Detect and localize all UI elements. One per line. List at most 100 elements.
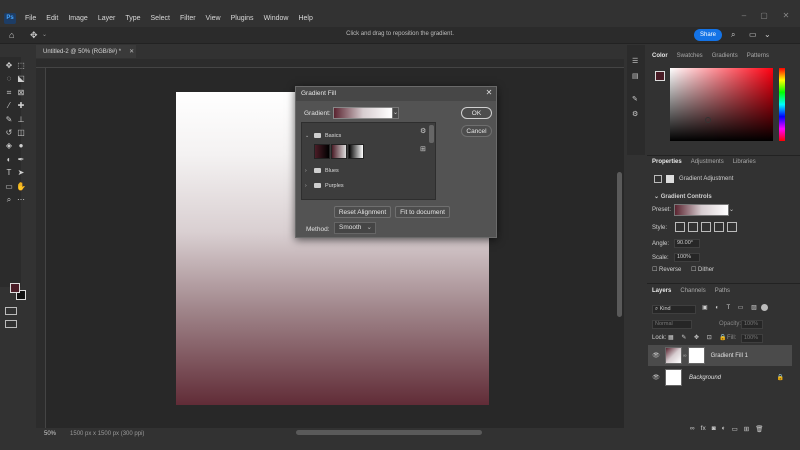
menu-type[interactable]: Type bbox=[120, 15, 145, 22]
tab-gradients[interactable]: Gradients bbox=[712, 53, 738, 59]
hue-slider[interactable] bbox=[779, 68, 785, 141]
move-icon[interactable]: ✥ bbox=[4, 61, 14, 71]
pen-icon[interactable]: ✒ bbox=[16, 155, 26, 165]
lock-icon[interactable]: 🔒 bbox=[777, 374, 784, 381]
fx-icon[interactable]: fx bbox=[701, 425, 706, 433]
gradient-swatch-black-white[interactable] bbox=[348, 144, 364, 159]
tab-adjustments[interactable]: Adjustments bbox=[691, 159, 724, 165]
expand-chevron-icon[interactable]: ⌄ bbox=[305, 133, 310, 139]
preset-dropdown-icon[interactable]: ⌄ bbox=[729, 206, 734, 213]
link-layers-icon[interactable]: ∞ bbox=[690, 425, 695, 433]
adjustment-layer-add-icon[interactable]: ◐ bbox=[722, 425, 726, 433]
zoom-icon[interactable]: ⌕ bbox=[4, 195, 14, 205]
workspace-icon[interactable]: ▭ bbox=[749, 30, 757, 39]
close-icon[interactable]: ✕ bbox=[776, 11, 796, 20]
collapse-chevron-icon[interactable]: › bbox=[305, 183, 310, 189]
foreground-color-swatch[interactable] bbox=[10, 283, 20, 293]
gradient-layer-thumbnail[interactable] bbox=[665, 347, 682, 364]
color-picker-cursor[interactable] bbox=[705, 117, 711, 123]
folder-blues[interactable]: › Blues bbox=[302, 165, 435, 176]
menu-file[interactable]: File bbox=[20, 15, 41, 22]
workspace-chevron-icon[interactable]: ⌄ bbox=[764, 30, 771, 39]
dialog-close-icon[interactable]: ✕ bbox=[484, 88, 494, 100]
cancel-button[interactable]: Cancel bbox=[461, 125, 492, 137]
mask-icon[interactable] bbox=[666, 175, 674, 183]
document-tab[interactable]: Untitled-2 @ 50% (RGB/8#) * ✕ bbox=[36, 45, 136, 58]
background-layer-thumbnail[interactable] bbox=[665, 369, 682, 386]
layer-row-background[interactable]: 👁 Background 🔒 bbox=[648, 367, 792, 388]
more-tools-icon[interactable]: ⋯ bbox=[16, 195, 26, 205]
history-icon[interactable]: ☰ bbox=[632, 57, 638, 65]
diamond-style-icon[interactable] bbox=[727, 222, 737, 232]
healing-icon[interactable]: ✚ bbox=[16, 101, 26, 111]
layer-filter-field[interactable]: ⌕ Kind bbox=[652, 305, 696, 314]
layer-name[interactable]: Background bbox=[689, 375, 721, 381]
blend-mode-select[interactable]: Normal bbox=[652, 320, 692, 329]
tab-properties[interactable]: Properties bbox=[652, 159, 682, 165]
menu-image[interactable]: Image bbox=[63, 15, 92, 22]
method-select[interactable]: Smooth ⌄ bbox=[334, 222, 376, 234]
tab-libraries[interactable]: Libraries bbox=[733, 159, 756, 165]
menu-select[interactable]: Select bbox=[146, 15, 175, 22]
reset-alignment-button[interactable]: Reset Alignment bbox=[334, 206, 391, 218]
add-mask-icon[interactable]: ◙ bbox=[712, 425, 716, 433]
path-select-icon[interactable]: ➤ bbox=[16, 168, 26, 178]
layer-filter-icons[interactable]: ▣ ◐ T ▭ ▨ bbox=[702, 304, 760, 311]
menu-layer[interactable]: Layer bbox=[93, 15, 121, 22]
tab-paths[interactable]: Paths bbox=[715, 288, 730, 294]
preset-gradient-preview[interactable] bbox=[674, 204, 729, 216]
search-icon[interactable]: ⌕ bbox=[731, 30, 735, 40]
maximize-icon[interactable]: ▢ bbox=[754, 11, 774, 20]
history-brush-icon[interactable]: ↺ bbox=[4, 128, 14, 138]
frame-icon[interactable]: ⊠ bbox=[16, 88, 26, 98]
visibility-eye-icon[interactable]: 👁 bbox=[651, 374, 661, 381]
tab-layers[interactable]: Layers bbox=[652, 288, 671, 294]
object-select-icon[interactable]: ⬕ bbox=[16, 74, 26, 84]
eraser-icon[interactable]: ◫ bbox=[16, 128, 26, 138]
delete-layer-icon[interactable]: 🗑 bbox=[755, 425, 763, 433]
brush-settings-icon[interactable]: ✎ bbox=[632, 95, 638, 103]
layer-name[interactable]: Gradient Fill 1 bbox=[711, 353, 748, 359]
tab-close-icon[interactable]: ✕ bbox=[129, 48, 134, 55]
zoom-level[interactable]: 50% bbox=[44, 431, 56, 437]
brush-icon[interactable]: ✎ bbox=[4, 115, 14, 125]
stamp-icon[interactable]: ⊥ bbox=[16, 115, 26, 125]
rectangle-icon[interactable]: ▭ bbox=[4, 182, 14, 192]
marquee-icon[interactable]: ⬚ bbox=[16, 61, 26, 71]
eyedropper-icon[interactable]: ⁄ bbox=[4, 101, 14, 111]
ok-button[interactable]: OK bbox=[461, 107, 492, 119]
menu-edit[interactable]: Edit bbox=[41, 15, 63, 22]
linear-style-icon[interactable] bbox=[675, 222, 685, 232]
paint-bucket-icon[interactable]: ◈ bbox=[4, 141, 14, 151]
reverse-checkbox[interactable]: ☐ Reverse bbox=[652, 266, 681, 273]
scale-field[interactable]: 100% bbox=[674, 253, 700, 262]
gradient-swatch-fg-bg[interactable] bbox=[314, 144, 330, 159]
screen-mode-icon[interactable] bbox=[5, 320, 17, 328]
horizontal-scrollbar[interactable] bbox=[296, 430, 482, 435]
new-gradient-icon[interactable]: ⊞ bbox=[420, 145, 426, 153]
color-saturation-field[interactable] bbox=[670, 68, 773, 141]
dither-checkbox[interactable]: ☐ Dither bbox=[691, 266, 714, 273]
radial-style-icon[interactable] bbox=[688, 222, 698, 232]
gradient-controls-header[interactable]: ⌄ Gradient Controls bbox=[654, 193, 712, 200]
crop-icon[interactable]: ⌗ bbox=[4, 88, 14, 98]
angle-field[interactable]: 90.00° bbox=[674, 239, 700, 248]
gradient-preview[interactable] bbox=[333, 107, 393, 119]
hand-icon[interactable]: ✋ bbox=[16, 182, 26, 192]
picker-scrollbar[interactable] bbox=[429, 125, 434, 143]
tab-patterns[interactable]: Patterns bbox=[747, 53, 769, 59]
share-button[interactable]: Share bbox=[694, 29, 722, 41]
angle-style-icon[interactable] bbox=[701, 222, 711, 232]
lock-icons[interactable]: ▦ ✎ ✥ ⊡ 🔒 bbox=[668, 334, 730, 341]
minimize-icon[interactable]: – bbox=[734, 11, 754, 20]
tab-color[interactable]: Color bbox=[652, 53, 668, 59]
menu-filter[interactable]: Filter bbox=[175, 15, 201, 22]
vertical-scrollbar[interactable] bbox=[617, 172, 622, 317]
menu-view[interactable]: View bbox=[201, 15, 226, 22]
new-layer-icon[interactable]: ⊞ bbox=[744, 425, 749, 433]
dodge-icon[interactable]: ◐ bbox=[4, 155, 14, 165]
reflected-style-icon[interactable] bbox=[714, 222, 724, 232]
fill-field[interactable]: 100% bbox=[741, 334, 763, 343]
gradient-dropdown-icon[interactable]: ⌄ bbox=[392, 107, 399, 119]
menu-help[interactable]: Help bbox=[293, 15, 317, 22]
